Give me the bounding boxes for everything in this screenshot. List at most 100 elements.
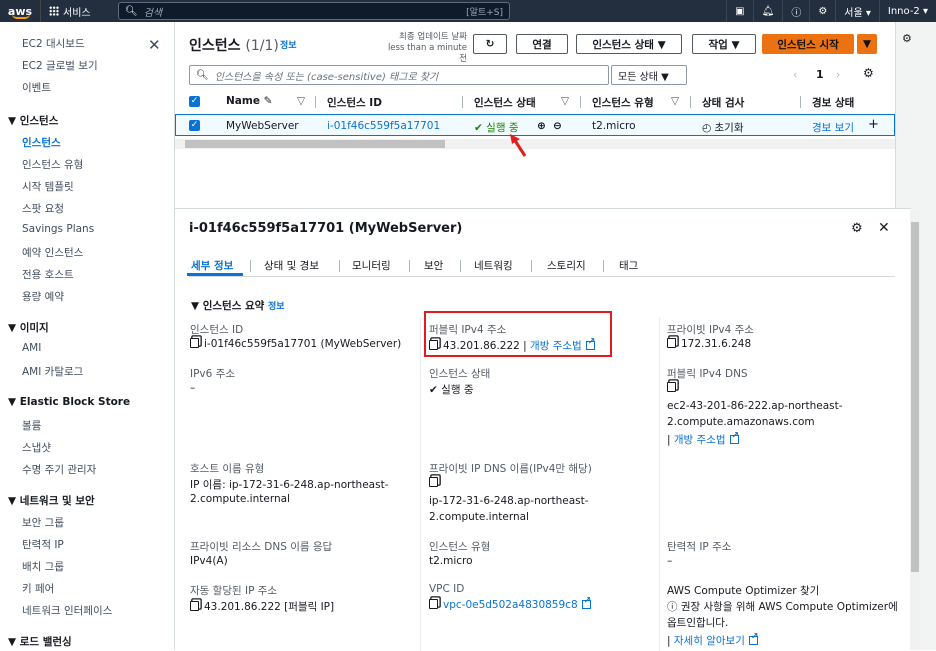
tab-networking[interactable]: 네트워킹 — [474, 258, 513, 273]
launch-instance-button[interactable]: 인스턴스 시작 — [762, 34, 854, 54]
sidebar-section-header[interactable]: ▼ 이미지 — [8, 320, 49, 335]
sidebar-section-header[interactable]: ▼ 인스턴스 — [8, 113, 58, 128]
column-name[interactable]: Name ✎ — [226, 95, 272, 107]
help-panel-icon[interactable]: ⚙ — [902, 32, 912, 45]
learn-more-link[interactable]: 자세히 알아보기 — [674, 635, 745, 647]
sidebar-item[interactable]: 예약 인스턴스 — [22, 245, 83, 260]
tab-status-alarms[interactable]: 상태 및 경보 — [264, 258, 319, 273]
chevron-left-icon[interactable]: ‹ — [793, 68, 797, 81]
sidebar-item[interactable]: EC2 글로벌 보기 — [22, 58, 98, 73]
tab-tags[interactable]: 태그 — [619, 258, 638, 273]
copy-icon[interactable] — [429, 477, 438, 487]
horizontal-scrollbar[interactable] — [175, 139, 895, 149]
sort-icon[interactable]: ▽ — [561, 95, 569, 107]
refresh-button[interactable]: ↻ — [473, 34, 507, 54]
optimizer-opt-in-link-2[interactable]: 옵트인합니다. — [667, 615, 728, 630]
region-selector[interactable]: 서울 ▾ — [835, 0, 879, 22]
vpc-link[interactable]: vpc-0e5d502a4830859c8 — [443, 599, 578, 611]
tab-storage[interactable]: 스토리지 — [547, 258, 586, 273]
bell-icon[interactable]: 🔔︎ — [752, 0, 783, 22]
services-menu[interactable]: 서비스 — [40, 0, 99, 22]
view-alarms-link[interactable]: 경보 보기 — [812, 120, 854, 135]
zoom-in-icon[interactable]: ⊕ — [537, 120, 546, 132]
sidebar-item[interactable]: 키 페어 — [22, 581, 54, 596]
page-number[interactable]: 1 — [816, 68, 824, 81]
sidebar-section-header[interactable]: ▼ Elastic Block Store — [8, 396, 130, 408]
select-all-checkbox[interactable]: ✓ — [189, 96, 200, 107]
tab-security[interactable]: 보안 — [424, 258, 443, 273]
row-checkbox[interactable]: ✓ — [189, 120, 200, 131]
info-link[interactable]: 정보 — [280, 38, 297, 51]
sidebar-item[interactable]: 스팟 요청 — [22, 201, 64, 216]
instance-id-link[interactable]: i-01f46c559f5a17701 — [327, 120, 440, 132]
sidebar-item[interactable]: 전용 호스트 — [22, 267, 74, 282]
tab-details[interactable]: 세부 정보 — [191, 258, 233, 273]
copy-icon[interactable] — [429, 599, 438, 609]
vertical-scrollbar-thumb[interactable] — [911, 222, 919, 572]
connect-button[interactable]: 연결 — [516, 34, 568, 54]
aws-logo[interactable]: aws — [0, 0, 40, 22]
sidebar-item[interactable]: 스냅샷 — [22, 440, 51, 455]
cloudshell-icon[interactable]: ▣ — [726, 0, 752, 22]
public-dns-copy — [667, 382, 681, 394]
column-alarm-status[interactable]: 경보 상태 — [812, 95, 854, 110]
sidebar-item[interactable]: AMI — [22, 342, 41, 354]
external-link-icon[interactable] — [729, 431, 739, 444]
horizontal-scrollbar-thumb[interactable] — [185, 140, 445, 148]
sidebar-item[interactable]: 네트워크 인터페이스 — [22, 603, 112, 618]
sidebar-section-header[interactable]: ▼ 로드 밸런싱 — [8, 634, 72, 649]
instance-state-button[interactable]: 인스턴스 상태 ▼ — [576, 34, 682, 54]
sidebar-section-header[interactable]: ▼ 네트워크 및 보안 — [8, 493, 95, 508]
column-status-check[interactable]: 상태 검사 — [702, 95, 744, 110]
copy-icon[interactable] — [190, 601, 199, 611]
sidebar-item[interactable]: 탄력적 IP — [22, 537, 64, 552]
close-icon[interactable]: ✕ — [148, 36, 161, 54]
summary-header[interactable]: ▼ 인스턴스 요약 정보 — [191, 298, 285, 313]
copy-icon[interactable] — [190, 338, 199, 348]
instance-id-value: i-01f46c559f5a17701 (MyWebServer) — [190, 338, 401, 350]
vertical-scrollbar[interactable] — [910, 210, 920, 650]
sidebar-item[interactable]: 이벤트 — [22, 80, 51, 95]
add-alarm-icon[interactable]: + — [868, 117, 879, 132]
sidebar-item[interactable]: 보안 그룹 — [22, 515, 64, 530]
sidebar-item[interactable]: 인스턴스 — [22, 135, 61, 150]
actions-button[interactable]: 작업 ▼ — [692, 34, 756, 54]
open-address-link[interactable]: 개방 주소법 — [530, 340, 582, 352]
user-menu[interactable]: Inno-2 ▾ — [878, 0, 936, 22]
help-icon[interactable]: ⓘ — [782, 0, 809, 22]
column-instance-id[interactable]: 인스턴스 ID — [327, 95, 382, 110]
search-input[interactable]: 🔍︎ 검색 [알트+S] — [118, 2, 510, 20]
private-dns-label: 프라이빗 IP DNS 이름(IPv4만 해당) — [429, 463, 592, 475]
sort-icon[interactable]: ▽ — [671, 95, 679, 107]
gear-icon[interactable]: ⚙ — [863, 66, 874, 80]
copy-icon[interactable] — [429, 340, 438, 350]
top-navigation-bar: aws 서비스 🔍︎ 검색 [알트+S] ▣ 🔔︎ ⓘ ⚙ 서울 ▾ Inno-… — [0, 0, 936, 22]
launch-dropdown-button[interactable]: ▼ — [857, 34, 877, 54]
main-content: 인스턴스 (1/1) 정보 최종 업데이트 날짜 less than a minu… — [175, 22, 936, 651]
sidebar-item[interactable]: 수명 주기 관리자 — [22, 462, 96, 477]
sidebar-item[interactable]: EC2 대시보드 — [22, 36, 85, 51]
public-dns-open-link[interactable]: 개방 주소법 — [674, 434, 726, 446]
optimizer-opt-in-link[interactable]: ⓘ 권장 사항을 위해 AWS Compute Optimizer에 — [667, 599, 898, 614]
sidebar-item[interactable]: 인스턴스 유형 — [22, 157, 83, 172]
zoom-out-icon[interactable]: ⊖ — [553, 120, 562, 132]
copy-icon[interactable] — [667, 382, 676, 392]
gear-icon[interactable]: ⚙ — [809, 0, 835, 22]
filter-input[interactable]: 🔍︎ 인스턴스을 속성 또는 (case-sensitive) 태그로 찾기 — [189, 65, 609, 85]
external-link-icon[interactable] — [581, 596, 591, 609]
sidebar-item[interactable]: 볼륨 — [22, 418, 41, 433]
sort-icon[interactable]: ▽ — [297, 95, 305, 107]
copy-icon[interactable] — [667, 338, 676, 348]
chevron-right-icon[interactable]: › — [836, 68, 840, 81]
external-link-icon[interactable] — [585, 337, 595, 350]
sidebar-item[interactable]: 배치 그룹 — [22, 559, 64, 574]
sidebar-item[interactable]: Savings Plans — [22, 223, 94, 235]
column-instance-state[interactable]: 인스턴스 상태 — [474, 95, 536, 110]
sidebar-item[interactable]: 용량 예약 — [22, 289, 64, 304]
external-link-icon[interactable] — [748, 632, 758, 645]
sidebar-item[interactable]: 시작 템플릿 — [22, 179, 74, 194]
column-instance-type[interactable]: 인스턴스 유형 — [592, 95, 654, 110]
tab-monitoring[interactable]: 모니터링 — [352, 258, 391, 273]
state-filter-select[interactable]: 모든 상태 ▼ — [611, 65, 687, 85]
sidebar-item[interactable]: AMI 카탈로그 — [22, 364, 83, 379]
